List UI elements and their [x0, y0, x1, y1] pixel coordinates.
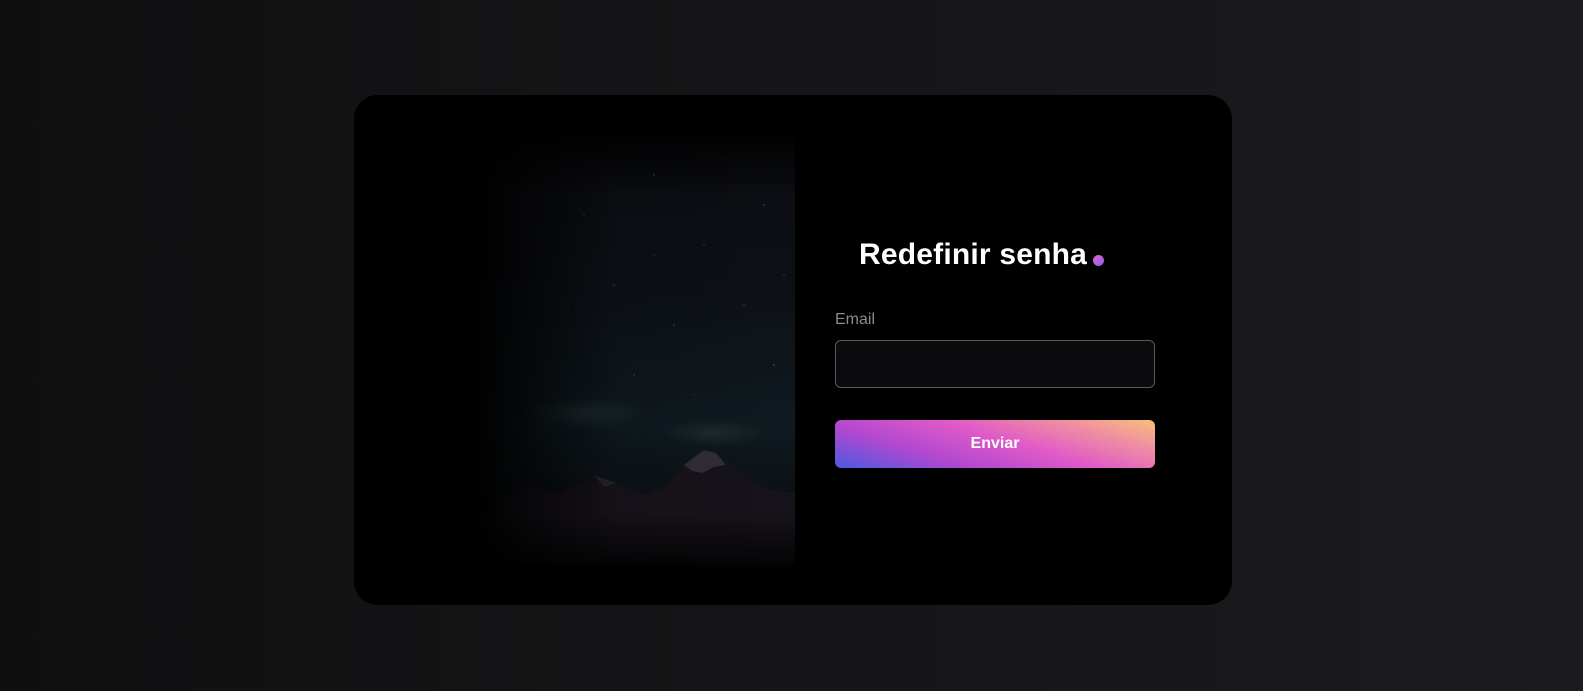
page-title: Redefinir senha — [858, 238, 1105, 272]
night-sky-mountains-image — [354, 95, 795, 605]
email-label: Email — [835, 311, 876, 328]
page-title-text: Redefinir senha — [858, 238, 1088, 271]
reset-password-form: Redefinir senha Email Enviar — [795, 95, 1232, 605]
gradient-dot-icon — [1093, 255, 1105, 266]
reset-password-card: Redefinir senha Email Enviar — [354, 95, 1232, 605]
title-container: Redefinir senha — [795, 238, 1151, 272]
email-field[interactable] — [835, 340, 1155, 388]
submit-button[interactable]: Enviar — [835, 420, 1155, 468]
hero-image-panel — [354, 95, 795, 605]
